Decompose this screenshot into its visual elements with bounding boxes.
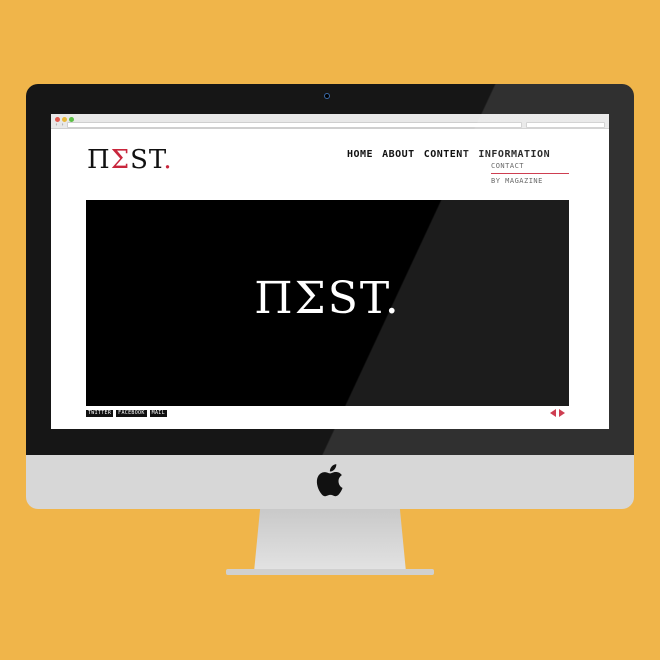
logo-rest: ST	[130, 145, 164, 175]
browser-toolbar: ‹ ›	[51, 114, 609, 129]
hero-banner: ΠΣST.	[86, 200, 569, 406]
site-logo[interactable]: ΠΣST.	[87, 146, 173, 174]
social-links: TWITTER FACEBOOK MAIL	[86, 410, 167, 417]
logo-period: .	[163, 145, 173, 175]
camera-icon	[324, 93, 330, 99]
apple-logo-icon	[316, 464, 343, 497]
submenu-by-magazine[interactable]: BY MAGAZINE	[491, 176, 569, 187]
nav-information[interactable]: INFORMATION	[478, 149, 550, 160]
submenu-contact[interactable]: CONTACT	[491, 161, 569, 172]
logo-sigma: Σ	[110, 145, 131, 175]
hero-title: ΠΣST.	[254, 273, 401, 324]
address-bar[interactable]	[67, 122, 522, 128]
submenu-divider	[491, 173, 569, 174]
nav-home[interactable]: HOME	[347, 149, 373, 160]
slider-arrows	[550, 409, 565, 417]
back-forward-icon[interactable]: ‹ ›	[55, 123, 64, 128]
screen: ‹ › ΠΣST. HOME ABOUT CONTENT INFORMATION…	[51, 114, 609, 429]
nav-content[interactable]: CONTENT	[424, 149, 470, 160]
search-bar[interactable]	[526, 122, 605, 128]
monitor-chin	[26, 455, 634, 509]
main-nav: HOME ABOUT CONTENT INFORMATION	[347, 149, 550, 160]
mail-link[interactable]: MAIL	[149, 410, 167, 417]
monitor-stand-foot	[226, 569, 434, 575]
nav-about[interactable]: ABOUT	[382, 149, 415, 160]
prev-arrow-icon[interactable]	[550, 409, 556, 417]
next-arrow-icon[interactable]	[559, 409, 565, 417]
monitor-bezel: ‹ › ΠΣST. HOME ABOUT CONTENT INFORMATION…	[26, 84, 634, 455]
information-submenu: CONTACT BY MAGAZINE	[491, 161, 569, 187]
logo-pi: Π	[87, 145, 111, 175]
twitter-link[interactable]: TWITTER	[86, 410, 114, 417]
monitor-stand	[254, 509, 406, 572]
facebook-link[interactable]: FACEBOOK	[116, 410, 147, 417]
